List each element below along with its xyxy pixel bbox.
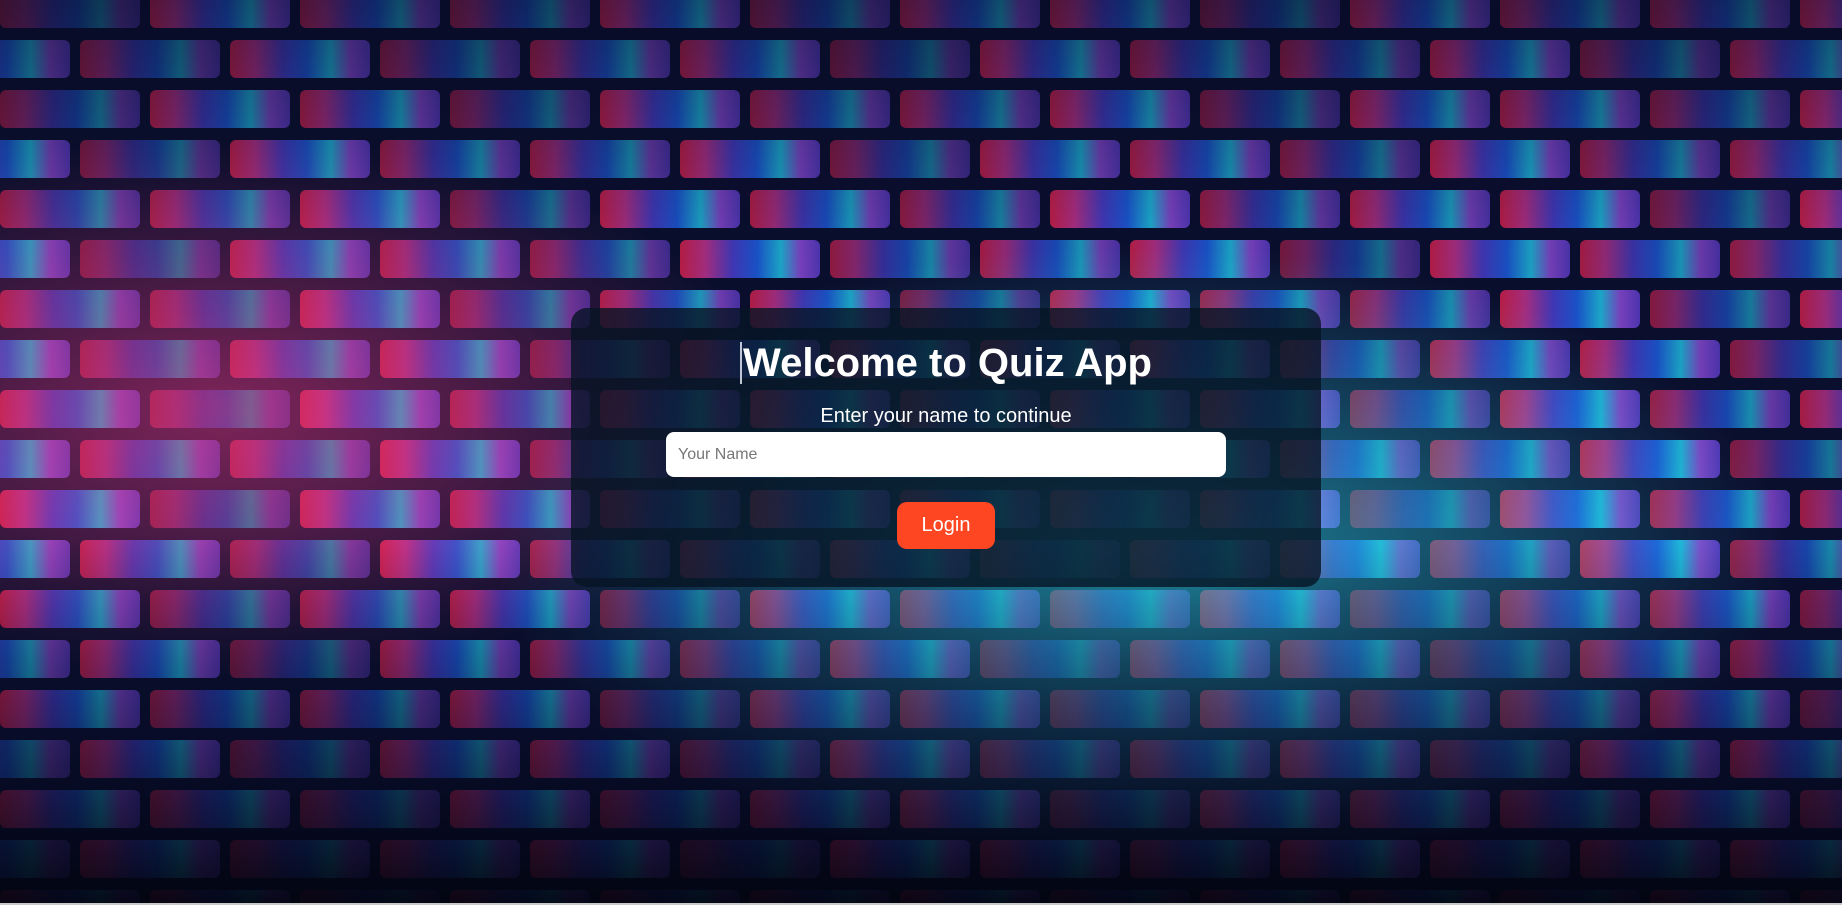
login-card: Welcome to Quiz App Enter your name to c… bbox=[571, 308, 1321, 587]
name-input[interactable] bbox=[666, 432, 1226, 477]
text-cursor bbox=[740, 342, 743, 384]
login-button[interactable]: Login bbox=[897, 502, 995, 549]
quiz-login-page: Welcome to Quiz App Enter your name to c… bbox=[0, 0, 1842, 905]
subtitle: Enter your name to continue bbox=[820, 405, 1072, 427]
page-title: Welcome to Quiz App bbox=[571, 334, 1321, 392]
page-title-text: Welcome to Quiz App bbox=[743, 341, 1152, 385]
